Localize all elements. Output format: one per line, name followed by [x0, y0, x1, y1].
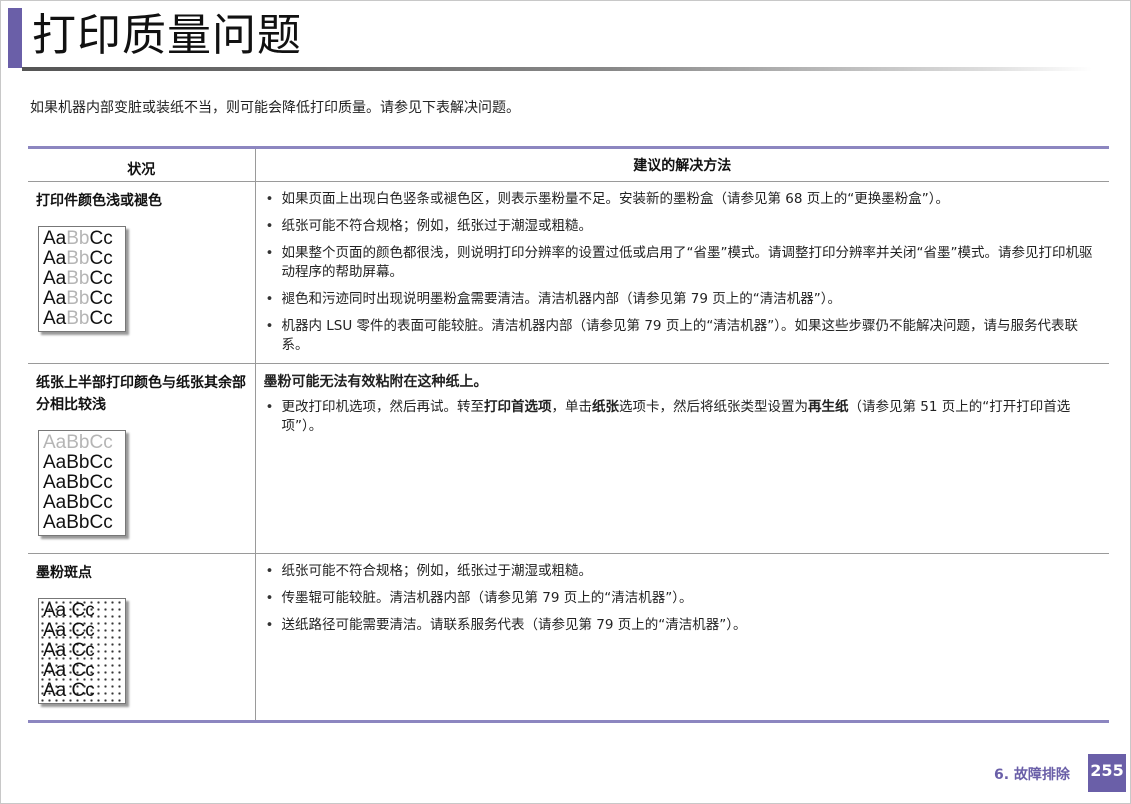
- solution-cell: 纸张可能不符合规格；例如，纸张过于潮湿或粗糙。 传墨辊可能较脏。清洁机器内部（请…: [255, 553, 1109, 723]
- header-solution: 建议的解决方法: [255, 146, 1109, 182]
- sample-line: AaBbCc: [43, 492, 113, 513]
- solution-text: 选项卡，然后将纸张类型设置为: [619, 399, 808, 415]
- solution-list: 纸张可能不符合规格；例如，纸张过于潮湿或粗糙。 传墨辊可能较脏。清洁机器内部（请…: [264, 562, 1098, 635]
- sample-line: AaBbCc: [43, 452, 113, 473]
- solution-item: 更改打印机选项，然后再试。转至打印首选项，单击纸张选项卡，然后将纸张类型设置为再…: [264, 398, 1098, 436]
- table-row: 墨粉斑点 Aa Cc Aa Cc Aa Cc Aa Cc Aa Cc 纸张可能不…: [28, 553, 1109, 723]
- header-condition: 状况: [28, 146, 256, 182]
- sample-line: Aa Cc: [43, 600, 95, 621]
- solution-list: 更改打印机选项，然后再试。转至打印首选项，单击纸张选项卡，然后将纸张类型设置为再…: [264, 398, 1098, 436]
- solution-lead: 墨粉可能无法有效粘附在这种纸上。: [263, 374, 488, 390]
- condition-cell: 打印件颜色浅或褪色 AaBbCc AaBbCc AaBbCc AaBbCc Aa…: [28, 181, 256, 364]
- footer-chapter-link[interactable]: 6. 故障排除: [994, 764, 1070, 784]
- sample-line: AaBbCc: [43, 268, 113, 289]
- sample-line: Aa Cc: [43, 640, 95, 661]
- toner-specks-sample-image: Aa Cc Aa Cc Aa Cc Aa Cc Aa Cc: [38, 598, 126, 704]
- solution-emphasis: 纸张: [592, 399, 619, 415]
- intro-paragraph: 如果机器内部变脏或装纸不当，则可能会降低打印质量。请参见下表解决问题。: [30, 100, 520, 116]
- page-number-badge: 255: [1088, 754, 1126, 792]
- sample-line: AaBbCc: [43, 248, 113, 269]
- top-faded-sample-image: AaBbCc AaBbCc AaBbCc AaBbCc AaBbCc: [38, 430, 126, 536]
- solution-text: ，单击: [551, 399, 593, 415]
- sample-line: AaBbCc: [43, 432, 113, 453]
- table-row: 纸张上半部打印颜色与纸张其余部分相比较浅 AaBbCc AaBbCc AaBbC…: [28, 363, 1109, 554]
- page-title: 打印质量问题: [32, 10, 302, 61]
- solution-item: 如果页面上出现白色竖条或褪色区，则表示墨粉量不足。安装新的墨粉盒（请参见第 68…: [264, 190, 1098, 209]
- quality-issues-table: 状况 建议的解决方法 打印件颜色浅或褪色 AaBbCc AaBbCc AaBbC…: [28, 146, 1109, 723]
- sample-line: AaBbCc: [43, 308, 113, 329]
- title-rule: [22, 67, 1092, 71]
- solution-item: 褪色和污迹同时出现说明墨粉盒需要清洁。清洁机器内部（请参见第 79 页上的“清洁…: [264, 290, 1098, 309]
- solution-item: 纸张可能不符合规格；例如，纸张过于潮湿或粗糙。: [264, 562, 1098, 581]
- solution-item: 纸张可能不符合规格；例如，纸张过于潮湿或粗糙。: [264, 217, 1098, 236]
- sample-line: Aa Cc: [43, 660, 95, 681]
- solution-item: 传墨辊可能较脏。清洁机器内部（请参见第 79 页上的“清洁机器”）。: [264, 589, 1098, 608]
- table-header-row: 状况 建议的解决方法: [28, 146, 1109, 182]
- sample-line: AaBbCc: [43, 512, 113, 533]
- solution-item: 如果整个页面的颜色都很浅，则说明打印分辨率的设置过低或启用了“省墨”模式。请调整…: [264, 244, 1098, 282]
- solution-emphasis: 打印首选项: [484, 399, 552, 415]
- faded-print-sample-image: AaBbCc AaBbCc AaBbCc AaBbCc AaBbCc: [38, 226, 126, 332]
- table-row: 打印件颜色浅或褪色 AaBbCc AaBbCc AaBbCc AaBbCc Aa…: [28, 181, 1109, 364]
- condition-label: 墨粉斑点: [36, 565, 92, 581]
- sample-line: Aa Cc: [43, 680, 95, 701]
- sample-line: AaBbCc: [43, 228, 113, 249]
- sample-line: AaBbCc: [43, 288, 113, 309]
- sample-line: AaBbCc: [43, 472, 113, 493]
- condition-label: 纸张上半部打印颜色与纸张其余部分相比较浅: [36, 375, 246, 413]
- solution-list: 如果页面上出现白色竖条或褪色区，则表示墨粉量不足。安装新的墨粉盒（请参见第 68…: [264, 190, 1098, 355]
- sample-line: Aa Cc: [43, 620, 95, 641]
- solution-cell: 墨粉可能无法有效粘附在这种纸上。 更改打印机选项，然后再试。转至打印首选项，单击…: [255, 363, 1109, 554]
- solution-emphasis: 再生纸: [808, 399, 849, 415]
- condition-label: 打印件颜色浅或褪色: [36, 193, 162, 209]
- solution-text: 更改打印机选项，然后再试。转至: [281, 399, 485, 415]
- title-accent-bar: [8, 8, 22, 68]
- solution-cell: 如果页面上出现白色竖条或褪色区，则表示墨粉量不足。安装新的墨粉盒（请参见第 68…: [255, 181, 1109, 364]
- condition-cell: 墨粉斑点 Aa Cc Aa Cc Aa Cc Aa Cc Aa Cc: [28, 553, 256, 723]
- solution-item: 机器内 LSU 零件的表面可能较脏。清洁机器内部（请参见第 79 页上的“清洁机…: [264, 317, 1098, 355]
- solution-item: 送纸路径可能需要清洁。请联系服务代表（请参见第 79 页上的“清洁机器”）。: [264, 616, 1098, 635]
- condition-cell: 纸张上半部打印颜色与纸张其余部分相比较浅 AaBbCc AaBbCc AaBbC…: [28, 363, 256, 554]
